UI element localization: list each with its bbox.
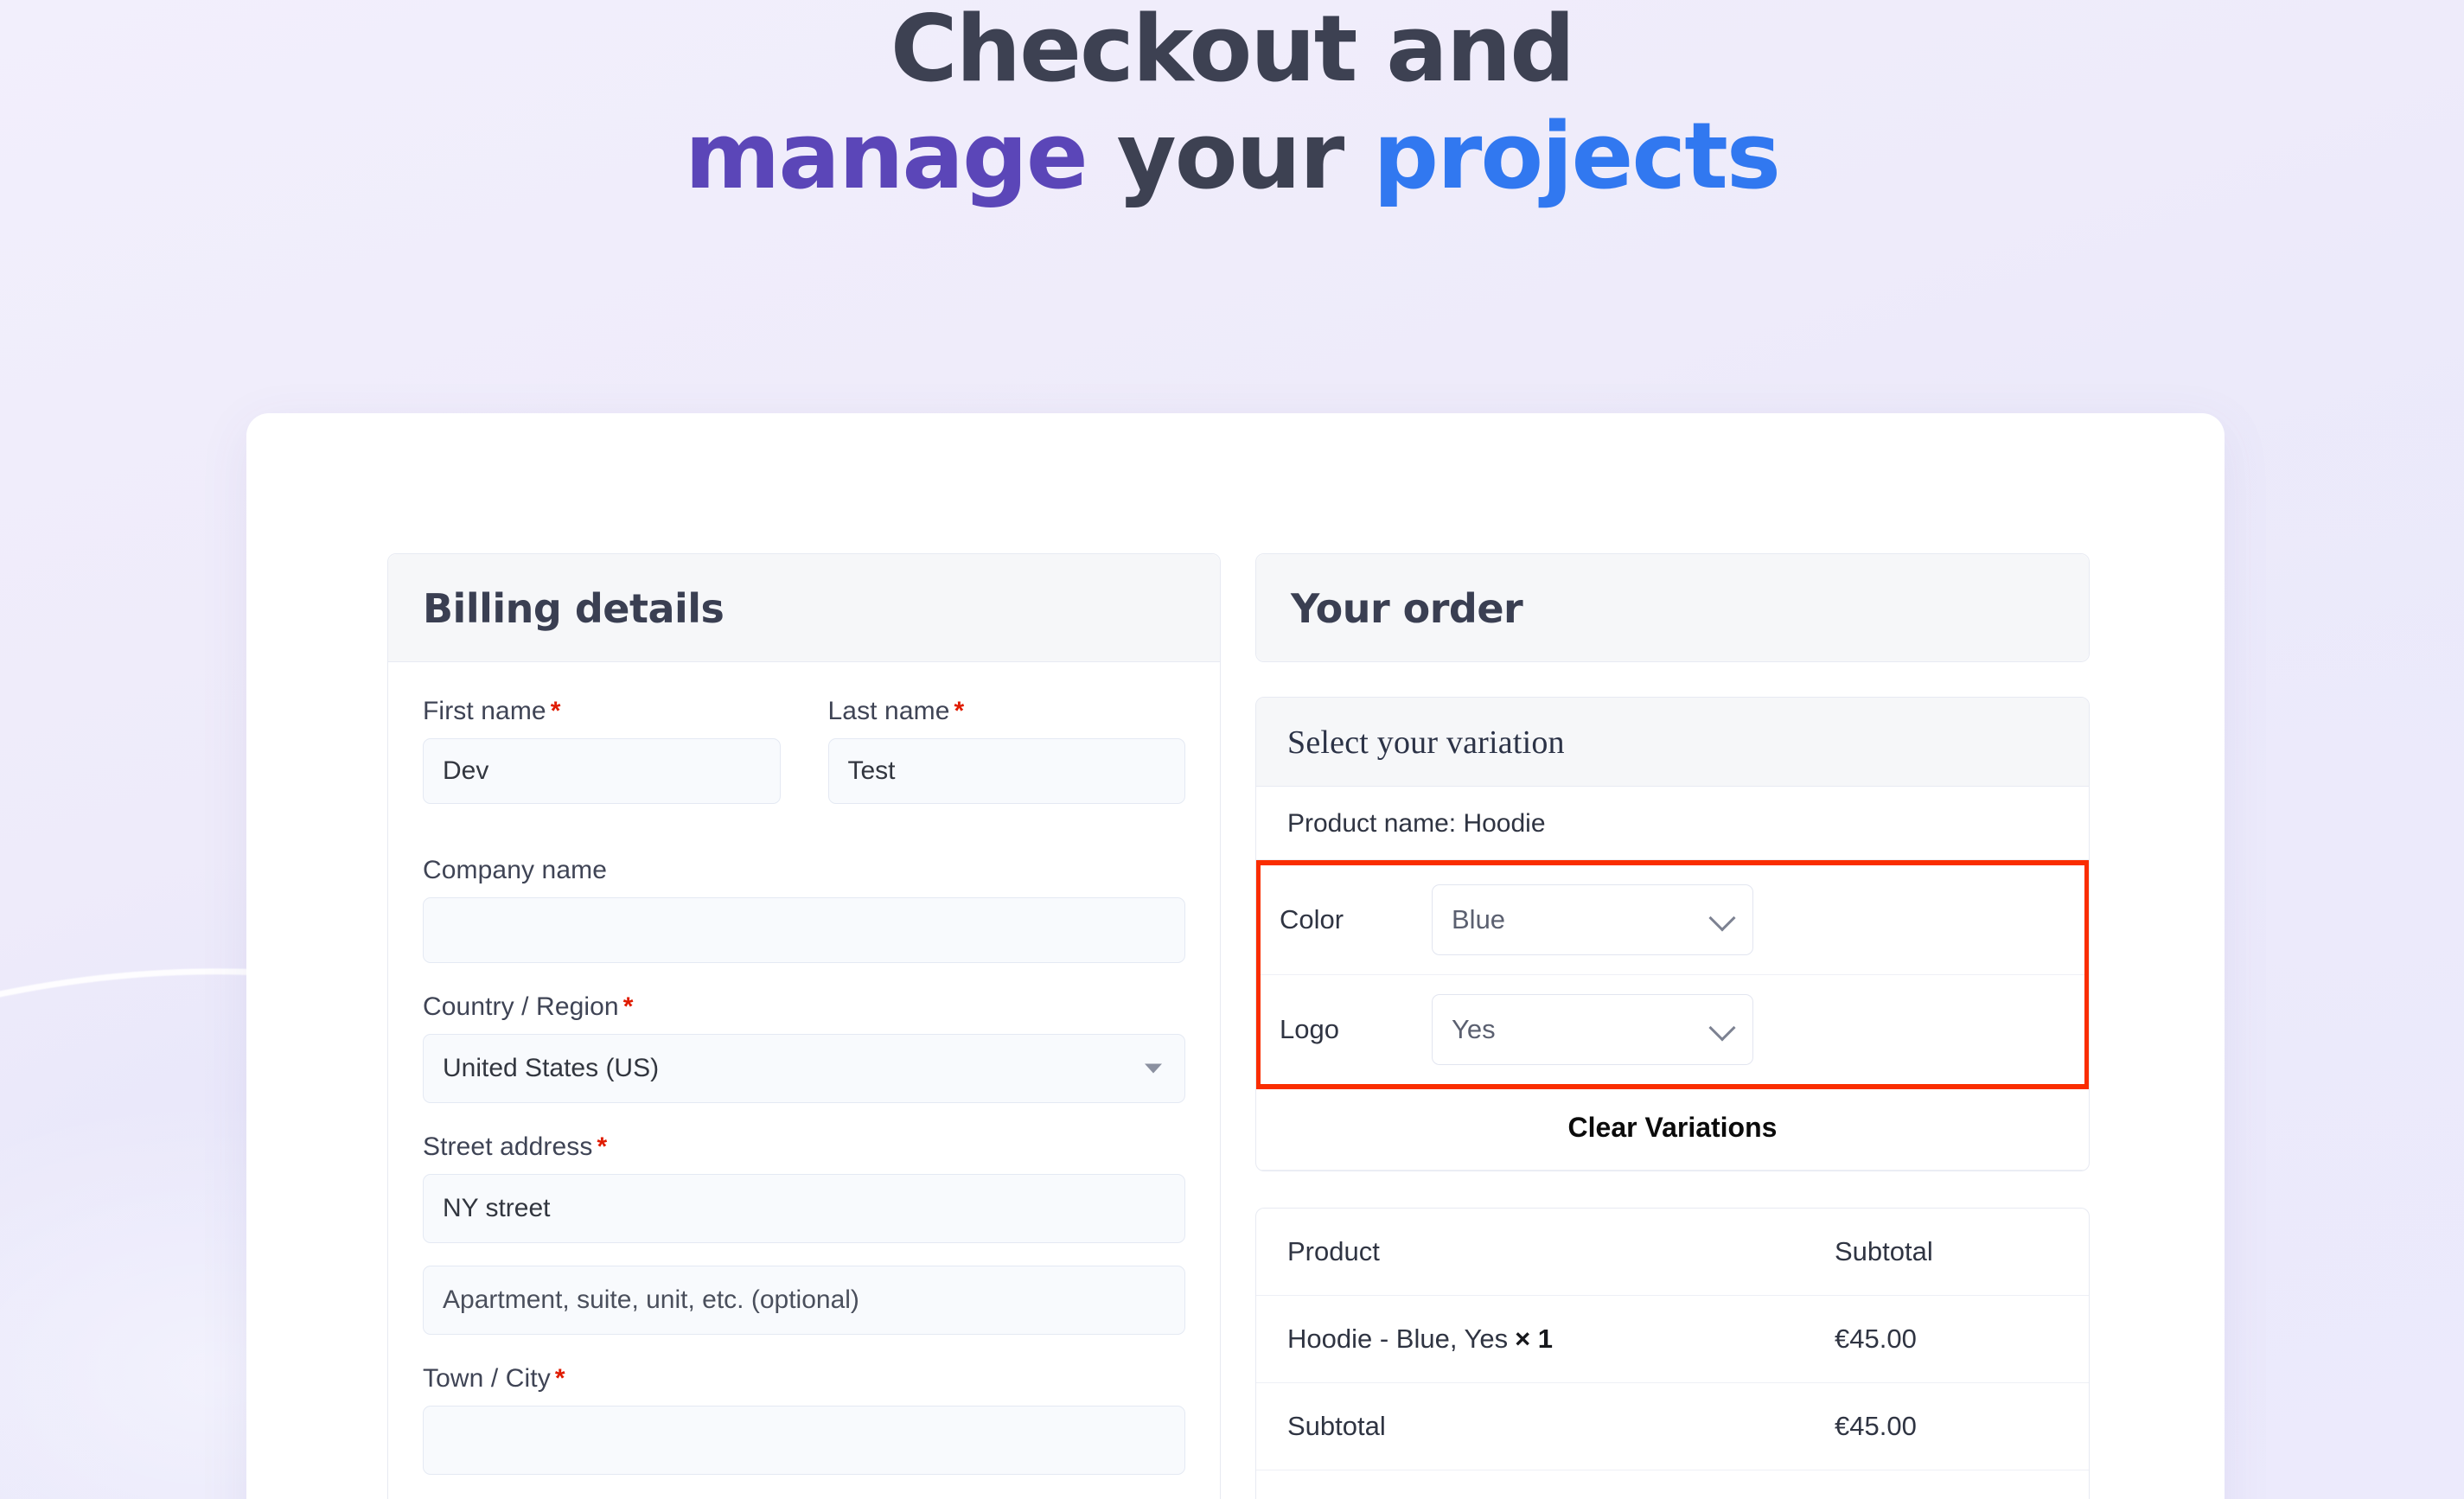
street-address-field: Street address *: [423, 1132, 1185, 1243]
company-name-field: Company name: [423, 856, 1185, 963]
hero-heading: Checkout and manage your projects: [0, 0, 2464, 202]
country-region-label: Country / Region *: [423, 992, 1185, 1022]
variation-heading: Select your variation: [1287, 724, 1565, 761]
chevron-down-icon: [1708, 904, 1736, 932]
order-panel-header: Your order: [1256, 554, 2089, 661]
first-name-field: First name *: [423, 697, 781, 804]
next-row-label-cell: [1256, 1470, 1803, 1499]
checkout-card: Billing details First name* Last name: [246, 413, 2225, 1499]
table-row: Hoodie - Blue, Yes × 1 €45.00: [1256, 1296, 2089, 1383]
table-row: [1256, 1470, 2089, 1499]
order-summary-table: Product Subtotal Hoodie - Blue, Yes × 1 €…: [1255, 1208, 2090, 1499]
billing-title: Billing details: [423, 585, 725, 632]
variation-attribute-row-color: Color Blue: [1261, 865, 2084, 974]
billing-form: First name* Last name*: [388, 662, 1220, 1499]
company-name-label-text: Company name: [423, 856, 607, 884]
first-name-input[interactable]: [423, 738, 781, 804]
page-title: Checkout and manage your projects: [0, 3, 2464, 202]
required-asterisk: *: [622, 992, 634, 1021]
variation-header: Select your variation: [1256, 698, 2089, 787]
street-address-input[interactable]: [423, 1174, 1185, 1243]
town-city-label: Town / City *: [423, 1364, 1185, 1394]
billing-column: Billing details First name* Last name: [387, 553, 1221, 1499]
clear-variations-button[interactable]: Clear Variations: [1256, 1089, 2089, 1170]
billing-details-panel: Billing details First name* Last name: [387, 553, 1221, 1499]
order-table-body: Hoodie - Blue, Yes × 1 €45.00 Subtotal €4…: [1256, 1296, 2089, 1499]
subtotal-label-cell: Subtotal: [1256, 1383, 1803, 1470]
street-address-label: Street address *: [423, 1132, 1185, 1162]
column-header-subtotal: Subtotal: [1803, 1209, 2089, 1296]
last-name-input[interactable]: [827, 738, 1185, 804]
variation-product-name: Product name: Hoodie: [1256, 787, 2089, 860]
column-header-product: Product: [1256, 1209, 1803, 1296]
caret-down-icon: [1145, 1063, 1162, 1074]
line-item-quantity: × 1: [1515, 1324, 1554, 1354]
hero-word-your: your: [1116, 103, 1345, 209]
table-row: Subtotal €45.00: [1256, 1383, 2089, 1470]
variation-attributes-highlight: Color Blue Logo Yes: [1256, 860, 2089, 1089]
town-city-input[interactable]: [423, 1406, 1185, 1475]
logo-dropdown[interactable]: Yes: [1432, 994, 1753, 1065]
color-dropdown-value: Blue: [1452, 904, 1506, 934]
country-region-selected-value: United States (US): [443, 1054, 660, 1082]
country-region-select[interactable]: United States (US): [423, 1034, 1185, 1103]
hero-word-manage: manage: [684, 103, 1088, 209]
attribute-label-color: Color: [1280, 904, 1344, 934]
order-column: Your order Select your variation Product…: [1255, 553, 2090, 1499]
line-item-name: Hoodie - Blue, Yes: [1287, 1324, 1509, 1354]
line-item-amount: €45.00: [1803, 1296, 2089, 1383]
town-city-label-text: Town / City: [423, 1364, 551, 1393]
order-title: Your order: [1291, 585, 1523, 632]
country-region-field: Country / Region * United States (US): [423, 992, 1185, 1103]
order-table-head: Product Subtotal: [1256, 1209, 2089, 1296]
required-asterisk: *: [554, 1364, 565, 1393]
town-city-field: Town / City *: [423, 1364, 1185, 1475]
logo-dropdown-value: Yes: [1452, 1014, 1496, 1044]
variation-selector: Select your variation Product name: Hood…: [1255, 697, 2090, 1171]
last-name-label: Last name *: [828, 697, 1186, 726]
address-line2-input[interactable]: [423, 1266, 1185, 1335]
line-item-name-cell: Hoodie - Blue, Yes × 1: [1256, 1296, 1803, 1383]
company-name-input[interactable]: [423, 897, 1185, 963]
attribute-label-logo: Logo: [1280, 1014, 1339, 1044]
required-asterisk: *: [597, 1132, 608, 1161]
company-name-label: Company name: [423, 856, 1185, 885]
last-name-field: Last name *: [827, 697, 1186, 804]
hero-line-2: manage your projects: [0, 111, 2464, 202]
required-asterisk: *: [954, 697, 965, 725]
first-name-label-text: First name: [423, 697, 546, 725]
hero-line-1: Checkout and: [890, 0, 1575, 102]
table-header-row: Product Subtotal: [1256, 1209, 2089, 1296]
color-dropdown[interactable]: Blue: [1432, 884, 1753, 955]
address-line2-field: [423, 1266, 1185, 1335]
last-name-label-text: Last name: [827, 697, 950, 725]
next-row-amount-cell: [1803, 1470, 2089, 1499]
name-row: First name* Last name*: [423, 697, 1185, 826]
required-asterisk: *: [550, 697, 561, 725]
chevron-down-icon: [1708, 1014, 1736, 1042]
first-name-label: First name *: [423, 697, 781, 726]
billing-panel-header: Billing details: [388, 554, 1220, 662]
street-address-label-text: Street address: [423, 1132, 593, 1161]
your-order-panel: Your order: [1255, 553, 2090, 662]
subtotal-amount: €45.00: [1803, 1383, 2089, 1470]
hero-word-projects: projects: [1373, 103, 1781, 209]
country-region-label-text: Country / Region: [423, 992, 619, 1021]
variation-attribute-row-logo: Logo Yes: [1261, 974, 2084, 1084]
